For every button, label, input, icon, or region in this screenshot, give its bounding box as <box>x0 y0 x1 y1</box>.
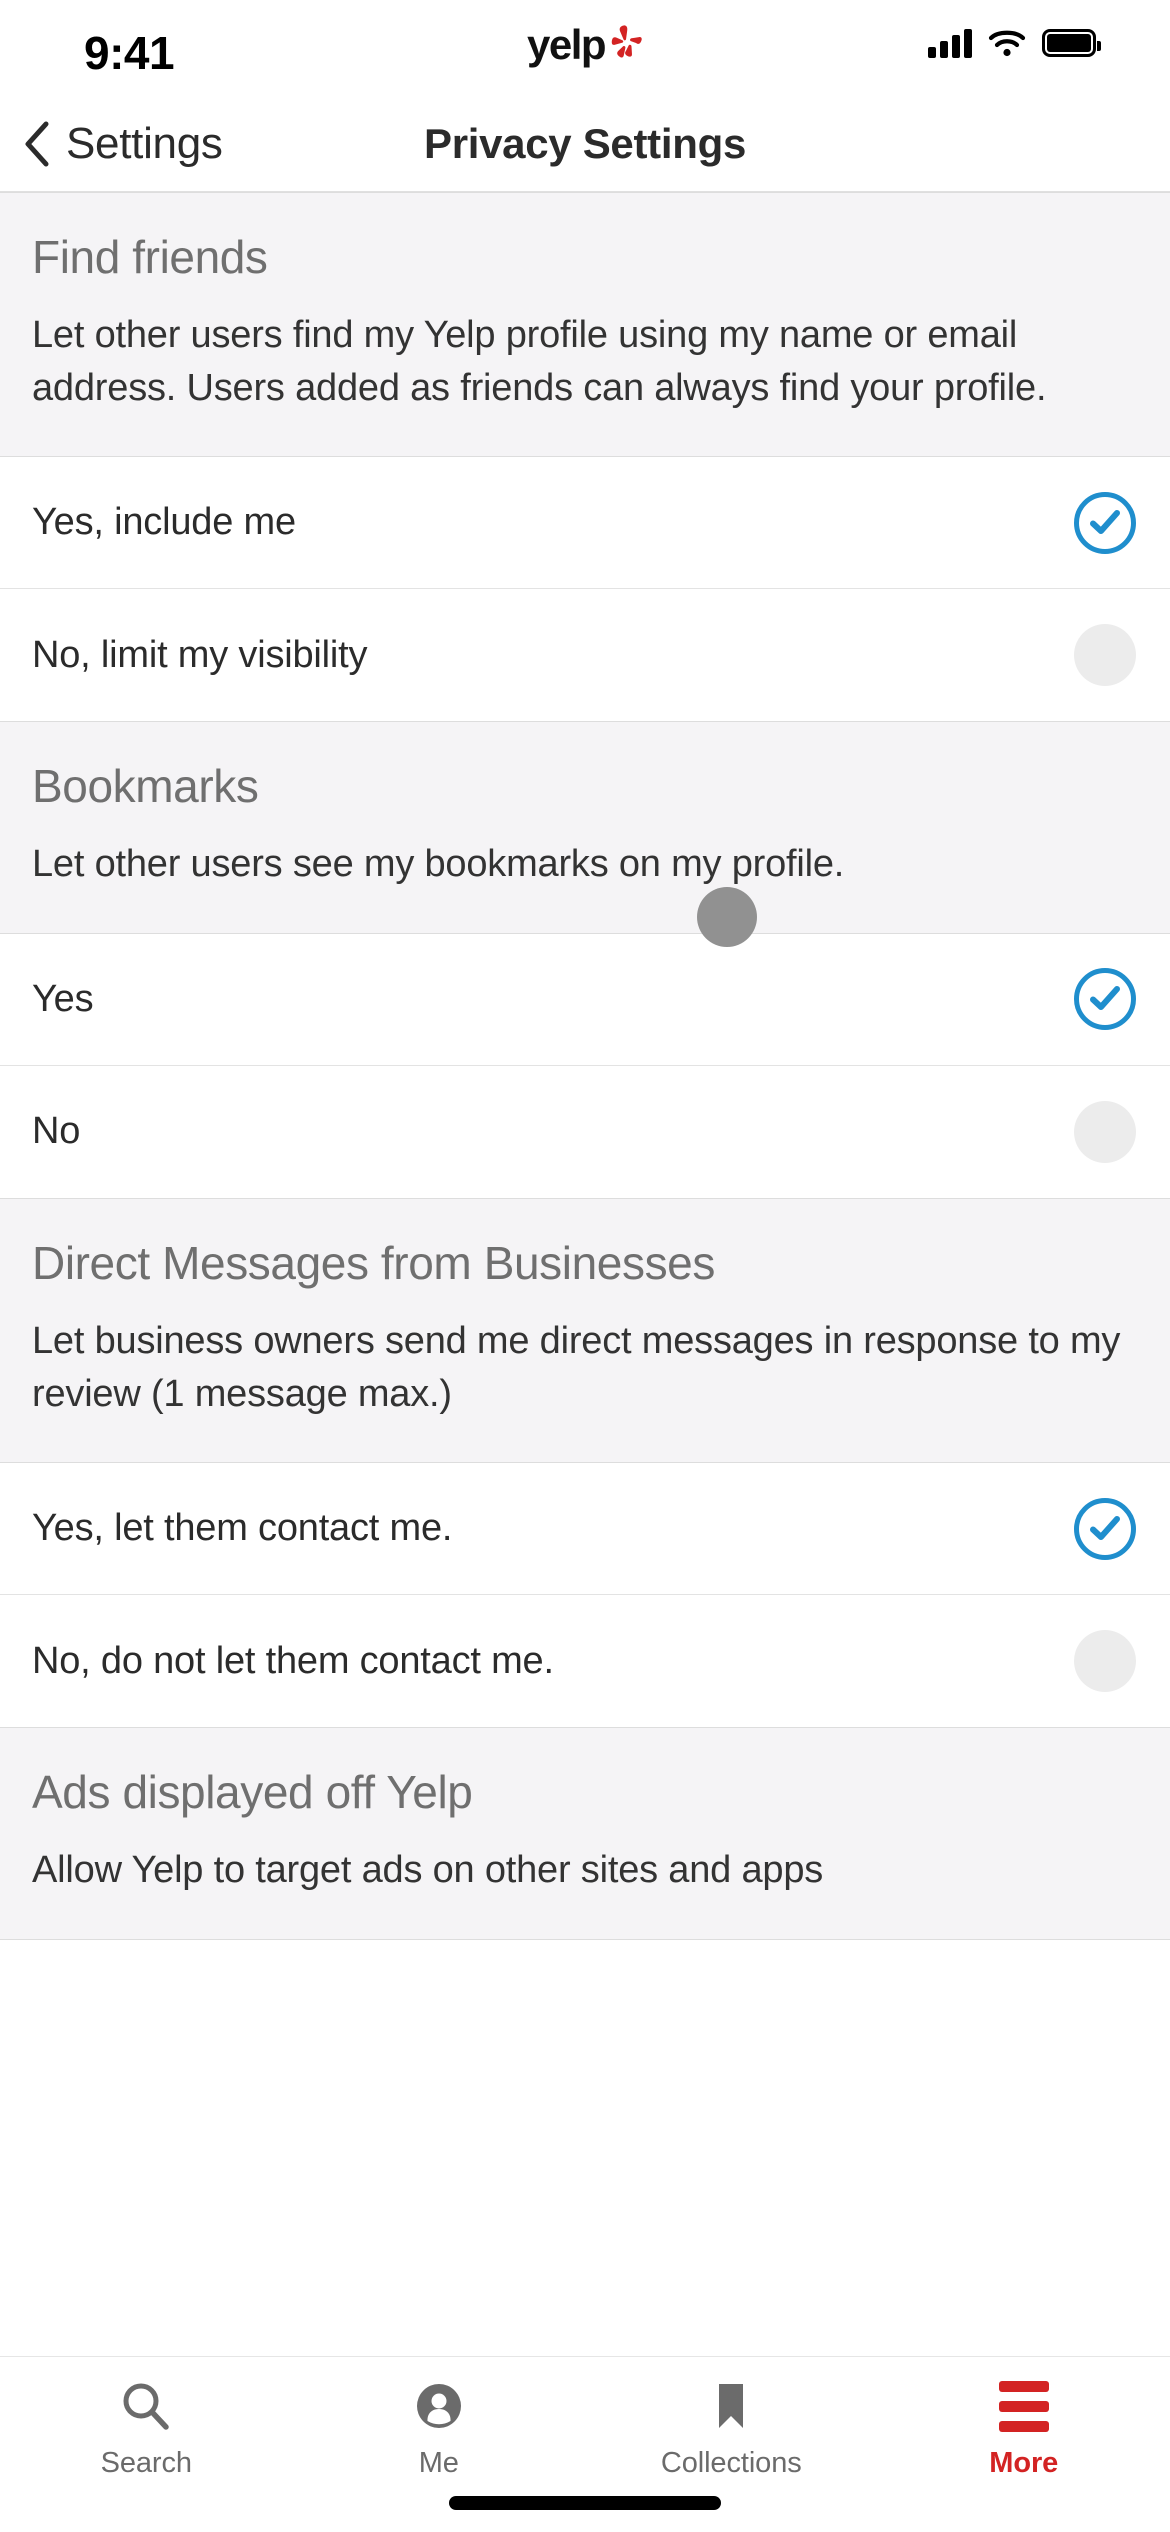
section-header-direct-messages: Direct Messages from Businesses Let busi… <box>0 1197 1170 1464</box>
option-row[interactable]: Yes, include me <box>0 457 1170 590</box>
home-indicator <box>449 2496 721 2510</box>
yelp-burst-icon <box>611 25 642 58</box>
yelp-logo: yelp <box>527 24 643 66</box>
radio-unselected[interactable] <box>1074 1100 1136 1163</box>
section-header-bookmarks: Bookmarks Let other users see my bookmar… <box>0 721 1170 934</box>
section-description: Let other users see my bookmarks on my p… <box>32 843 845 886</box>
status-bar-indicators <box>928 28 1101 58</box>
user-circle-icon <box>412 2377 466 2435</box>
check-icon <box>1090 509 1120 534</box>
radio-selected[interactable] <box>1074 968 1136 1031</box>
radio-unselected[interactable] <box>1074 1630 1136 1693</box>
tab-label: Search <box>100 2447 192 2479</box>
section-title: Ads displayed off Yelp <box>32 1766 473 1819</box>
option-row[interactable]: No, do not let them contact me. <box>0 1595 1170 1728</box>
settings-scroll-area[interactable]: Find friends Let other users find my Yel… <box>0 192 1170 2356</box>
bookmark-icon <box>704 2377 758 2435</box>
option-label: Yes, let them contact me. <box>32 1507 453 1550</box>
status-bar-time: 9:41 <box>84 27 175 79</box>
navigation-bar: Settings Privacy Settings <box>0 96 1170 192</box>
section-description: Allow Yelp to target ads on other sites … <box>32 1849 824 1892</box>
search-icon <box>119 2377 173 2435</box>
tab-collections[interactable]: Collections <box>585 2377 878 2480</box>
radio-selected[interactable] <box>1074 1497 1136 1560</box>
tab-label: Me <box>418 2447 459 2479</box>
section-title: Bookmarks <box>32 760 259 813</box>
tab-search[interactable]: Search <box>0 2377 293 2480</box>
battery-icon <box>1042 29 1101 57</box>
section-title: Direct Messages from Businesses <box>32 1236 715 1289</box>
option-label: No <box>32 1110 81 1153</box>
option-row[interactable]: No, limit my visibility <box>0 589 1170 722</box>
check-icon <box>1090 986 1120 1011</box>
option-row[interactable]: Yes, let them contact me. <box>0 1463 1170 1596</box>
option-row[interactable]: Yes <box>0 933 1170 1066</box>
phone-screen: 9:41 yelp Settings Privacy Settings Find… <box>0 0 1170 2532</box>
hamburger-menu-icon <box>998 2377 1049 2435</box>
option-label: No, do not let them contact me. <box>32 1639 554 1682</box>
chevron-left-icon <box>25 121 49 166</box>
option-label: Yes, include me <box>32 501 296 544</box>
option-label: No, limit my visibility <box>32 633 368 676</box>
section-description: Let other users find my Yelp profile usi… <box>32 314 1047 409</box>
page-title: Privacy Settings <box>423 119 747 167</box>
section-description: Let business owners send me direct messa… <box>32 1320 1121 1415</box>
radio-selected[interactable] <box>1074 491 1136 554</box>
option-row[interactable]: No <box>0 1065 1170 1198</box>
cellular-signal-icon <box>928 28 972 58</box>
section-header-ads-off-yelp: Ads displayed off Yelp Allow Yelp to tar… <box>0 1727 1170 1940</box>
tab-label: Collections <box>660 2447 802 2479</box>
status-bar: 9:41 yelp <box>0 0 1170 96</box>
yelp-wordmark: yelp <box>526 21 607 68</box>
section-title: Find friends <box>32 231 268 283</box>
back-button-label: Settings <box>66 118 223 168</box>
section-header-find-friends: Find friends Let other users find my Yel… <box>0 192 1170 458</box>
wifi-icon <box>988 30 1026 57</box>
tab-label: More <box>989 2447 1059 2479</box>
radio-unselected[interactable] <box>1074 624 1136 687</box>
back-button[interactable]: Settings <box>0 119 223 169</box>
check-icon <box>1090 1515 1120 1540</box>
option-label: Yes <box>32 977 94 1020</box>
tab-more[interactable]: More <box>878 2377 1170 2480</box>
tab-me[interactable]: Me <box>293 2377 586 2480</box>
